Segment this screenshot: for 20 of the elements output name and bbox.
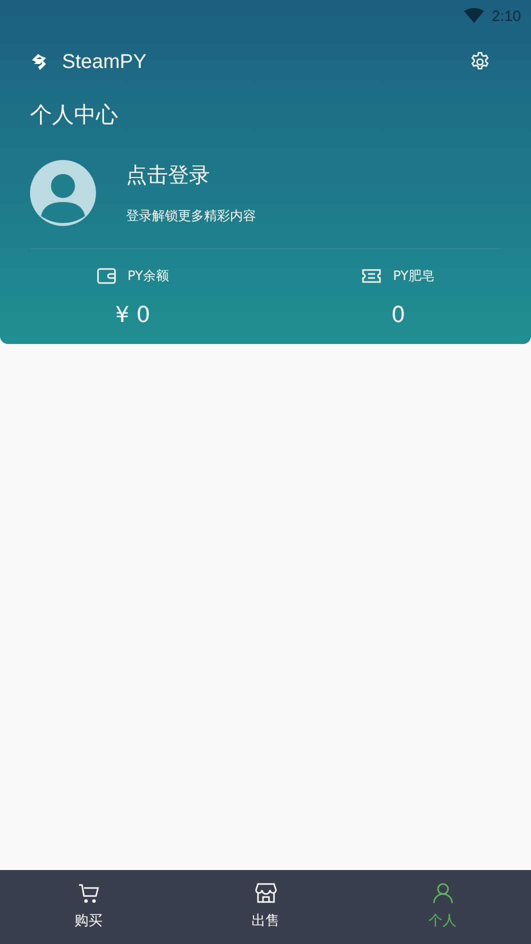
cart-icon xyxy=(78,882,100,904)
stat-label: PY余额 xyxy=(128,268,169,285)
status-time: 2:10 xyxy=(492,8,521,24)
nav-tab[interactable]: 个人 xyxy=(354,870,531,944)
login-hint: 登录解锁更多精彩内容 xyxy=(126,208,256,225)
stat-value: 0 xyxy=(391,303,406,328)
nav-tab[interactable]: 出售 xyxy=(177,870,354,944)
wifi-icon xyxy=(464,8,484,24)
app-name: SteamPY xyxy=(62,50,146,74)
avatar-icon[interactable] xyxy=(30,160,96,226)
page-title: 个人中心 xyxy=(29,102,119,130)
wallet-icon xyxy=(96,268,116,284)
store-icon xyxy=(254,882,276,904)
stat-label: PY肥皂 xyxy=(393,268,434,285)
nav-tab[interactable]: 购买 xyxy=(0,870,177,944)
stat-value: ¥ 0 xyxy=(115,303,150,328)
login-link[interactable]: 点击登录 xyxy=(126,161,256,189)
ticket-icon xyxy=(362,269,381,283)
logo-icon xyxy=(30,53,48,71)
person-icon xyxy=(432,882,454,904)
